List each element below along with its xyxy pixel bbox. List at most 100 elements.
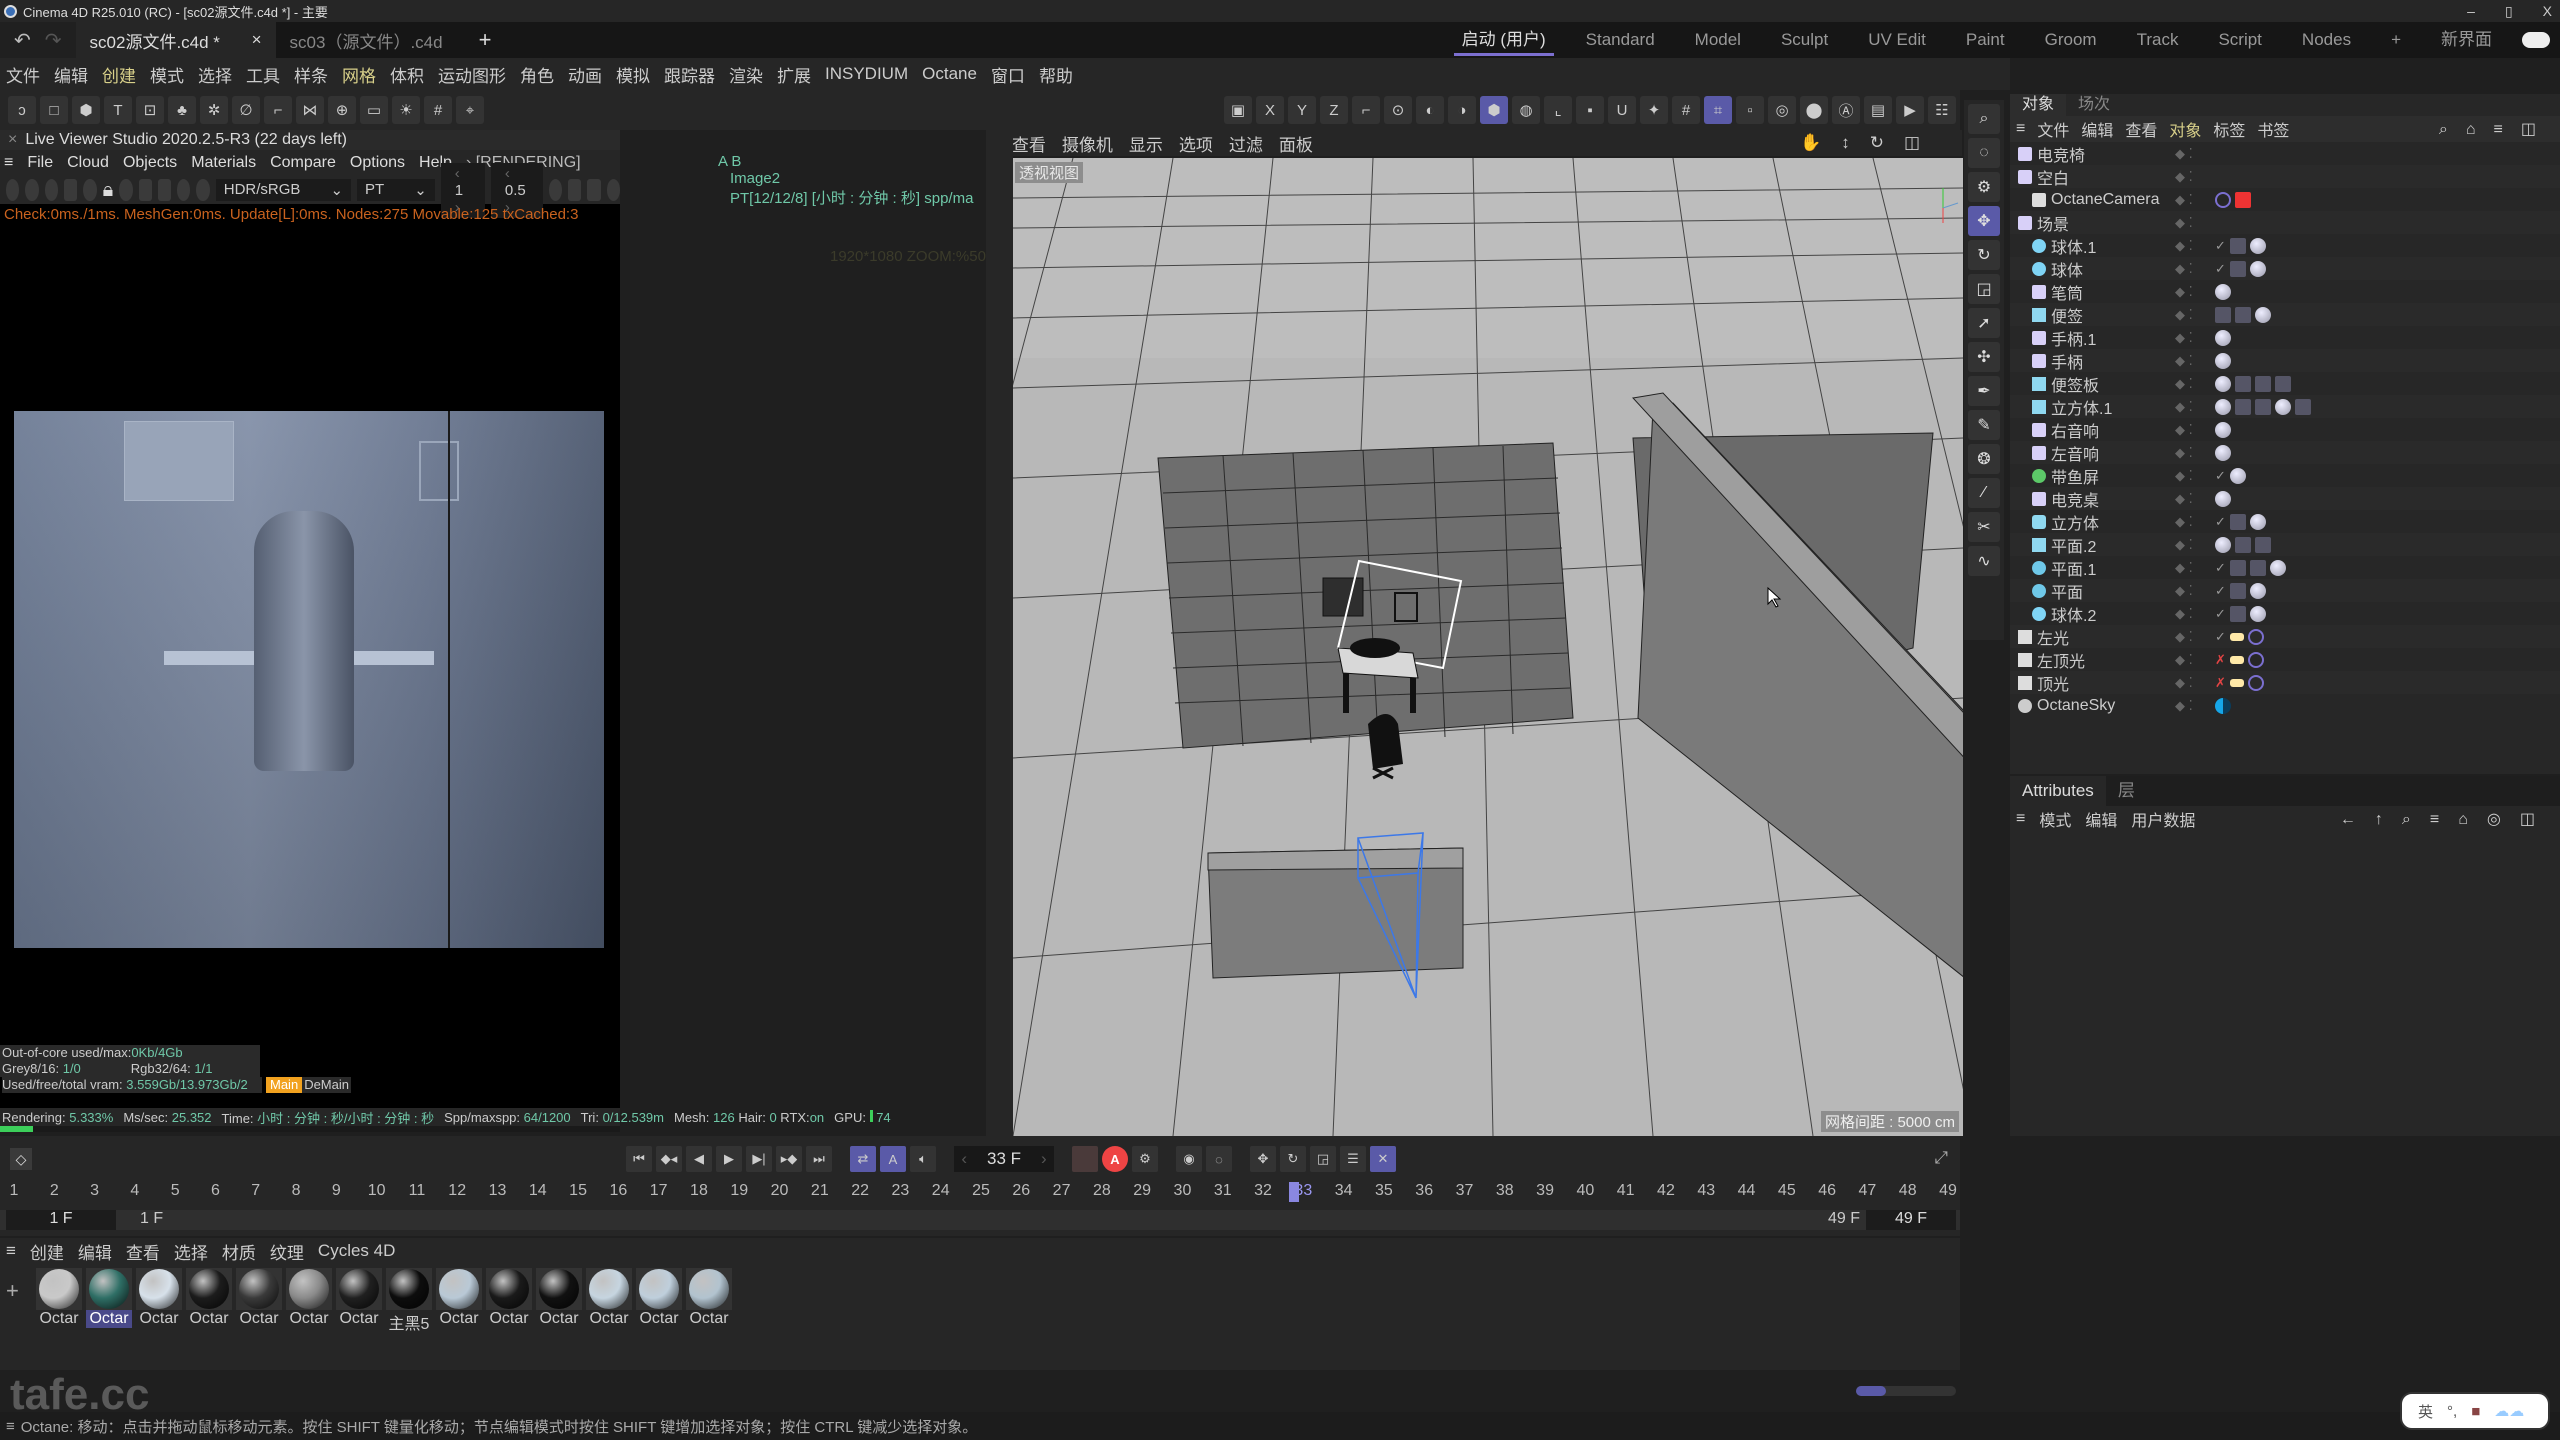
material-tag-icon[interactable]: [2215, 329, 2231, 346]
record-disabled-icon[interactable]: [1072, 1146, 1098, 1172]
spline-smooth-icon[interactable]: ❂: [1968, 444, 2000, 474]
frame-tick[interactable]: 22: [851, 1182, 869, 1200]
menu-item[interactable]: 跟踪器: [664, 62, 715, 87]
material-item[interactable]: Octar: [436, 1268, 482, 1334]
sub-sampling-icon[interactable]: [157, 179, 172, 201]
visibility-dots-icon[interactable]: ◆ ⁚: [2175, 675, 2193, 691]
material-tag-icon[interactable]: [2275, 398, 2291, 415]
ime-indicator[interactable]: 英 °, ■ ☁☁: [2400, 1392, 2550, 1430]
material-item[interactable]: 主黑5: [386, 1268, 432, 1334]
render-view-icon[interactable]: ▫: [1736, 96, 1764, 124]
phong-tag-icon[interactable]: [2235, 398, 2251, 415]
frame-tick[interactable]: 14: [529, 1182, 547, 1200]
next-frame-icon[interactable]: ▶|: [746, 1146, 772, 1172]
enable-check-icon[interactable]: ✓: [2215, 560, 2226, 576]
edges-mode-icon[interactable]: ◐: [1416, 96, 1444, 124]
frame-tick[interactable]: 43: [1697, 1182, 1715, 1200]
tab-layers[interactable]: 层: [2106, 776, 2147, 806]
autokey-icon[interactable]: A: [1102, 1146, 1128, 1172]
snap-icon[interactable]: ⌖: [456, 96, 484, 124]
x-axis-icon[interactable]: X: [1256, 96, 1284, 124]
frame-tick[interactable]: 39: [1536, 1182, 1554, 1200]
visibility-dots-icon[interactable]: ◆ ⁚: [2175, 284, 2193, 300]
dope-icon[interactable]: ◌: [1206, 1146, 1232, 1172]
om-menu-item[interactable]: 编辑: [2081, 117, 2113, 141]
enable-check-icon[interactable]: ✓: [2215, 468, 2226, 484]
layout-tab[interactable]: Sculpt: [1761, 22, 1848, 58]
object-row[interactable]: 球体.1 ◆ ⁚ ✓: [2010, 234, 2560, 257]
om-menu-item[interactable]: 查看: [2125, 117, 2157, 141]
frame-tick[interactable]: 42: [1657, 1182, 1675, 1200]
object-row[interactable]: 平面.1 ◆ ⁚ ✓: [2010, 556, 2560, 579]
visibility-dots-icon[interactable]: ◆ ⁚: [2175, 238, 2193, 254]
sky-tag-icon[interactable]: [2215, 697, 2231, 714]
material-item[interactable]: Octar: [536, 1268, 582, 1334]
menu-item[interactable]: 工具: [246, 62, 280, 87]
magnet-icon[interactable]: U: [1608, 96, 1636, 124]
visibility-dots-icon[interactable]: ◆ ⁚: [2175, 445, 2193, 461]
frame-tick[interactable]: 10: [368, 1182, 386, 1200]
phong-tag-icon[interactable]: [2235, 306, 2251, 323]
menu-item[interactable]: INSYDIUM: [825, 64, 908, 84]
menu-item[interactable]: 选择: [198, 62, 232, 87]
om-menu-item[interactable]: 书签: [2257, 117, 2289, 141]
enable-check-icon[interactable]: ✓: [2215, 629, 2226, 645]
grid-icon[interactable]: #: [424, 96, 452, 124]
menu-item[interactable]: 创建: [102, 62, 136, 87]
keyframe-icon[interactable]: ◇: [10, 1148, 32, 1170]
undo-icon[interactable]: ↶: [14, 28, 31, 53]
stop-render-icon[interactable]: [44, 179, 58, 201]
spline-pen-icon[interactable]: ✒: [1968, 376, 2000, 406]
add-material-button[interactable]: +: [6, 1278, 19, 1304]
frame-tick[interactable]: 46: [1818, 1182, 1836, 1200]
snapshot-camera-icon[interactable]: [587, 179, 601, 201]
visibility-dots-icon[interactable]: ◆ ⁚: [2175, 422, 2193, 438]
motion-record-icon[interactable]: ◉: [1176, 1146, 1202, 1172]
frame-tick[interactable]: 36: [1415, 1182, 1433, 1200]
uvw-tag-icon[interactable]: [2215, 306, 2231, 323]
viewport-menu-item[interactable]: 面板: [1279, 131, 1313, 156]
material-menu-item[interactable]: 纹理: [270, 1239, 304, 1264]
play-render-icon[interactable]: ▶: [1896, 96, 1924, 124]
frame-tick[interactable]: 18: [690, 1182, 708, 1200]
close-tab-icon[interactable]: ×: [252, 30, 262, 50]
render-region-icon[interactable]: [63, 179, 78, 201]
enable-check-icon[interactable]: ✗: [2215, 675, 2226, 691]
key-settings-icon[interactable]: ⚙: [1132, 1146, 1158, 1172]
key-param-icon[interactable]: ☰: [1340, 1146, 1366, 1172]
visibility-dots-icon[interactable]: ◆ ⁚: [2175, 215, 2193, 231]
move-icon[interactable]: ✥: [1968, 206, 2000, 236]
pick-focus-icon[interactable]: [119, 179, 133, 201]
frame-tick[interactable]: 32: [1254, 1182, 1272, 1200]
frame-tick[interactable]: 34: [1335, 1182, 1353, 1200]
viewport-menu-item[interactable]: 选项: [1179, 131, 1213, 156]
search-icon[interactable]: ⌕: [2402, 811, 2416, 828]
pick-object-icon[interactable]: [196, 179, 210, 201]
frame-tick[interactable]: 38: [1496, 1182, 1514, 1200]
material-tag-icon[interactable]: [2215, 283, 2231, 300]
om-tab[interactable]: 对象: [2010, 94, 2067, 116]
selection-tag-icon[interactable]: [2295, 398, 2311, 415]
redo-icon[interactable]: ↷: [45, 28, 62, 53]
lv-menu-item[interactable]: File: [27, 154, 53, 172]
loop-icon[interactable]: ⇄: [850, 1146, 876, 1172]
layout-tab[interactable]: Groom: [2025, 22, 2117, 58]
frame-tick[interactable]: 3: [90, 1182, 99, 1200]
key-pla-icon[interactable]: ✕: [1370, 1146, 1396, 1172]
compare-split-line[interactable]: [448, 411, 450, 948]
frame-tick[interactable]: 28: [1093, 1182, 1111, 1200]
render-settings-icon[interactable]: ◎: [1768, 96, 1796, 124]
material-tag-icon[interactable]: [2215, 352, 2231, 369]
frame-tick[interactable]: 16: [609, 1182, 627, 1200]
search-icon[interactable]: ⌕: [2439, 121, 2454, 138]
menu-item[interactable]: 体积: [390, 62, 424, 87]
object-row[interactable]: 笔筒 ◆ ⁚: [2010, 280, 2560, 303]
attr-menu-item[interactable]: 用户数据: [2131, 807, 2195, 831]
hamburger-menu-icon[interactable]: ≡: [2016, 810, 2025, 828]
add-layout-button[interactable]: +: [2371, 22, 2421, 58]
cloner-icon[interactable]: ♣: [168, 96, 196, 124]
grid-snap-icon[interactable]: #: [1672, 96, 1700, 124]
frame-tick[interactable]: 12: [448, 1182, 466, 1200]
filter-icon[interactable]: ≡: [2494, 121, 2509, 138]
phong-tag-icon[interactable]: [2229, 237, 2246, 254]
